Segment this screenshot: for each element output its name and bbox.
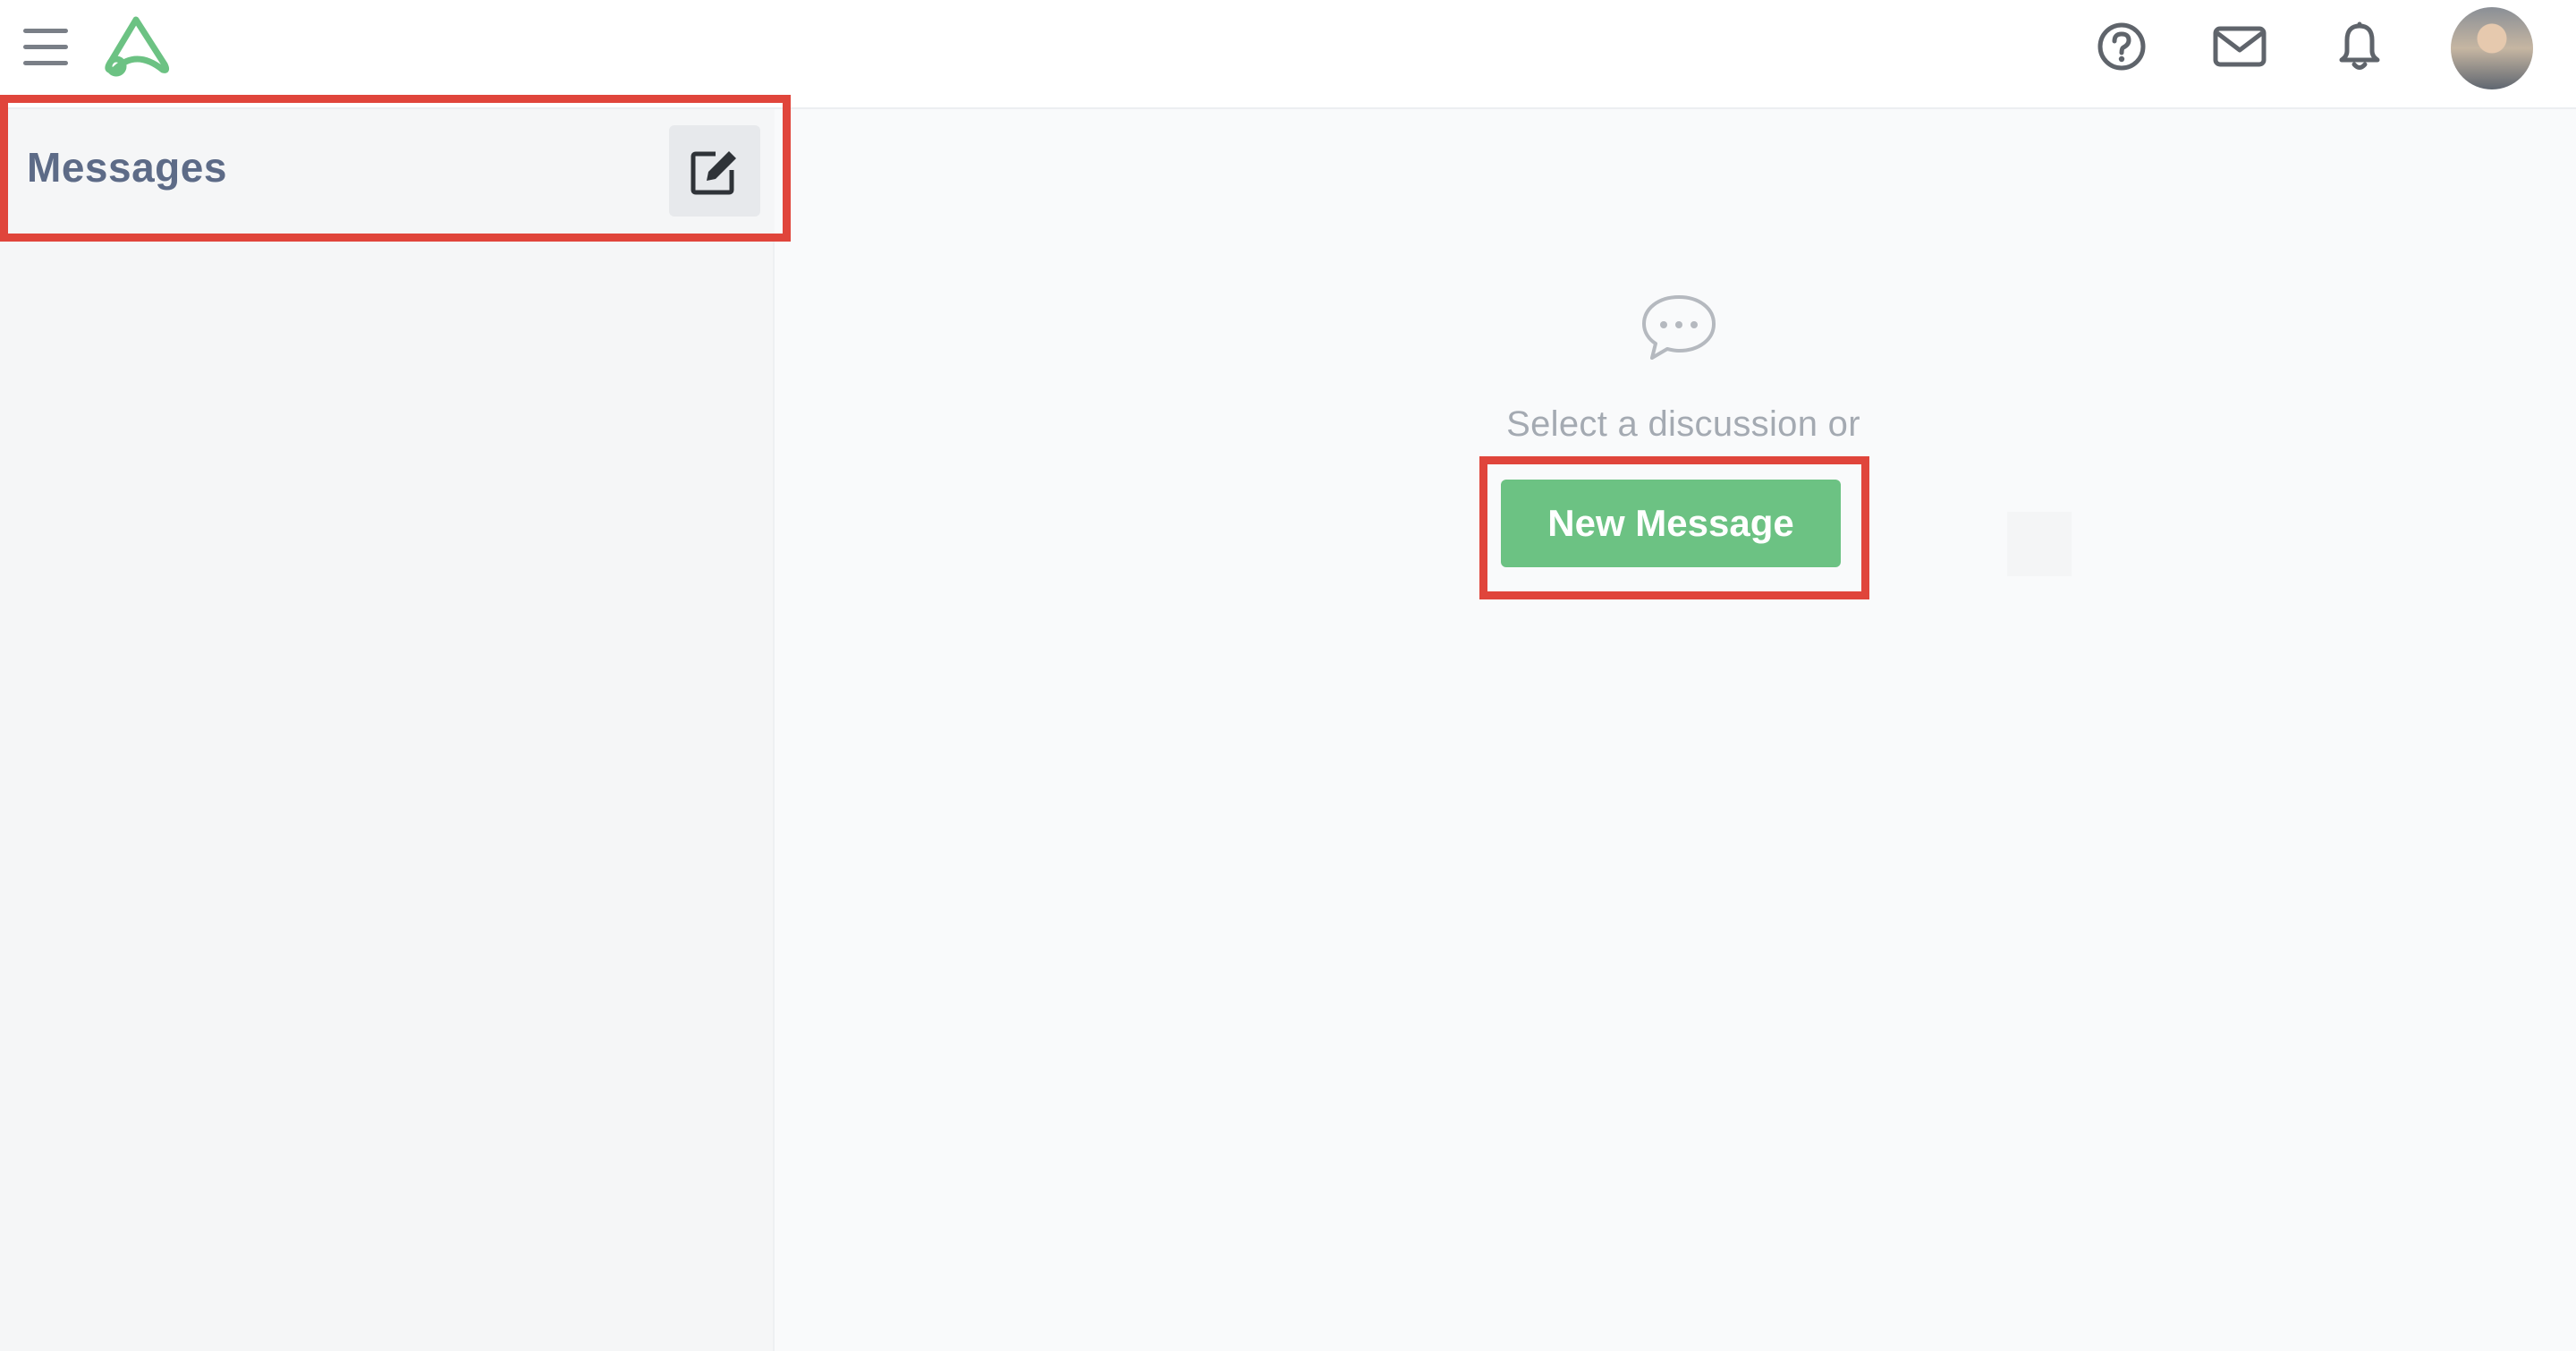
- bell-icon[interactable]: [2333, 20, 2386, 73]
- sidebar-header: Messages: [0, 109, 775, 234]
- conversation-panel: Select a discussion or New Message: [775, 109, 2576, 1351]
- app-logo-icon[interactable]: [100, 13, 172, 77]
- top-bar: [0, 0, 2576, 109]
- sidebar-title: Messages: [27, 144, 227, 191]
- envelope-icon[interactable]: [2213, 20, 2267, 73]
- compose-button[interactable]: [669, 125, 760, 217]
- hamburger-menu-icon[interactable]: [23, 27, 70, 66]
- question-circle-icon[interactable]: [2095, 20, 2148, 73]
- chat-bubble-icon: [1639, 292, 1719, 363]
- background-square: [2007, 512, 2072, 576]
- compose-edit-icon: [691, 151, 736, 195]
- new-message-button[interactable]: New Message: [1501, 480, 1841, 567]
- user-avatar[interactable]: [2451, 7, 2533, 89]
- empty-state-text: Select a discussion or: [1506, 404, 1860, 444]
- messages-sidebar: Messages: [0, 109, 775, 1351]
